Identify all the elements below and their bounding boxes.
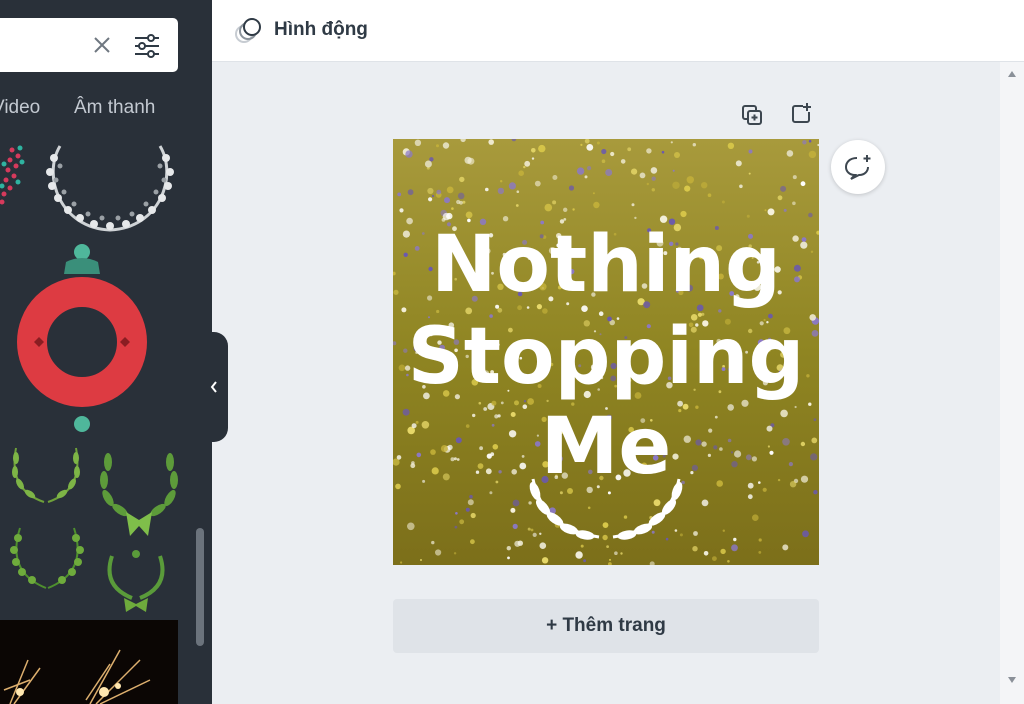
animate-label: Hình động xyxy=(274,19,368,40)
design-title-line-2: Stopping xyxy=(408,312,805,402)
add-page-icon xyxy=(792,103,811,123)
design-page[interactable]: Nothing Stopping Me xyxy=(393,139,819,565)
asset-tabs: Video Âm thanh xyxy=(0,97,212,123)
triangle-down-icon xyxy=(1008,677,1016,683)
animate-circles-icon xyxy=(235,18,261,43)
panel-scrollbar[interactable] xyxy=(196,528,204,646)
close-icon xyxy=(94,37,110,53)
collapse-panel-button[interactable] xyxy=(200,332,228,442)
canvas-workspace: Nothing Stopping Me + Thêm trang xyxy=(212,62,1000,704)
duplicate-icon xyxy=(742,105,762,125)
laurel-wreath-graphic-icon[interactable] xyxy=(6,522,88,594)
scroll-up-arrow[interactable] xyxy=(1006,68,1018,80)
sliders-icon xyxy=(135,34,159,58)
clear-search-button[interactable] xyxy=(90,32,114,58)
search-box[interactable] xyxy=(0,18,178,72)
add-page-icon-button[interactable] xyxy=(788,100,814,126)
duplicate-page-button[interactable] xyxy=(739,102,765,128)
left-panel: Video Âm thanh xyxy=(0,0,212,704)
scroll-down-arrow[interactable] xyxy=(1006,674,1018,686)
add-comment-button[interactable] xyxy=(831,140,885,194)
red-ring-ornament-graphic-icon[interactable] xyxy=(14,242,150,434)
laurel-wreath-ribbon-graphic-icon[interactable] xyxy=(98,546,174,614)
workspace-scrollbar[interactable] xyxy=(1000,62,1024,704)
heart-pattern-graphic-icon[interactable] xyxy=(0,136,30,216)
tab-video[interactable]: Video xyxy=(0,97,40,119)
tab-audio[interactable]: Âm thanh xyxy=(74,97,155,119)
laurel-wreath-graphic-icon[interactable] xyxy=(6,440,86,510)
laurel-wreath-ribbon-graphic-icon[interactable] xyxy=(96,448,182,540)
design-title-line-1: Nothing xyxy=(431,220,781,310)
add-page-button[interactable]: + Thêm trang xyxy=(393,599,819,653)
sparkler-photo-icon[interactable] xyxy=(0,620,178,704)
animate-button[interactable]: Hình động xyxy=(230,12,372,48)
comment-plus-icon xyxy=(844,155,871,180)
silver-wreath-graphic-icon[interactable] xyxy=(40,136,180,236)
design-title-line-3: Me xyxy=(541,402,672,492)
triangle-up-icon xyxy=(1008,71,1016,77)
filter-button[interactable] xyxy=(132,31,162,61)
top-toolbar: Hình động xyxy=(212,0,1024,62)
chevron-left-icon xyxy=(210,381,217,393)
